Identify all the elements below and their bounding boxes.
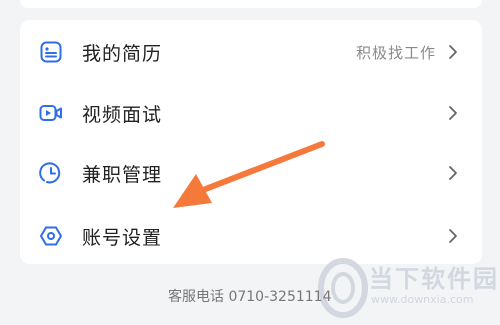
chevron-right-icon — [446, 103, 460, 123]
settings-hexagon-icon — [39, 224, 63, 248]
chevron-right-icon — [446, 226, 460, 246]
resume-icon — [39, 40, 63, 64]
video-interview-icon — [39, 101, 63, 125]
menu-item-label: 兼职管理 — [82, 163, 163, 186]
chevron-right-icon — [446, 42, 460, 62]
watermark-text: 当下软件园 — [369, 265, 499, 293]
menu-item-part-time-management[interactable]: 兼职管理 — [20, 143, 482, 203]
chevron-right-icon — [446, 163, 460, 183]
service-phone-text: 客服电话 0710-3251114 — [168, 289, 332, 305]
watermark-url: www.downxia.com — [371, 293, 474, 306]
job-status-text: 积极找工作 — [355, 43, 436, 62]
menu-item-label: 账号设置 — [82, 226, 163, 249]
menu-item-my-resume[interactable]: 我的简历 积极找工作 — [20, 22, 482, 82]
menu-item-label: 我的简历 — [82, 42, 163, 65]
top-card — [20, 0, 482, 8]
menu-item-label: 视频面试 — [82, 103, 163, 126]
menu-item-account-settings[interactable]: 账号设置 — [20, 206, 482, 266]
menu-card: 我的简历 积极找工作 视频面试 兼职管理 账号设置 — [20, 20, 482, 264]
menu-item-video-interview[interactable]: 视频面试 — [20, 83, 482, 143]
clock-icon — [39, 161, 63, 185]
